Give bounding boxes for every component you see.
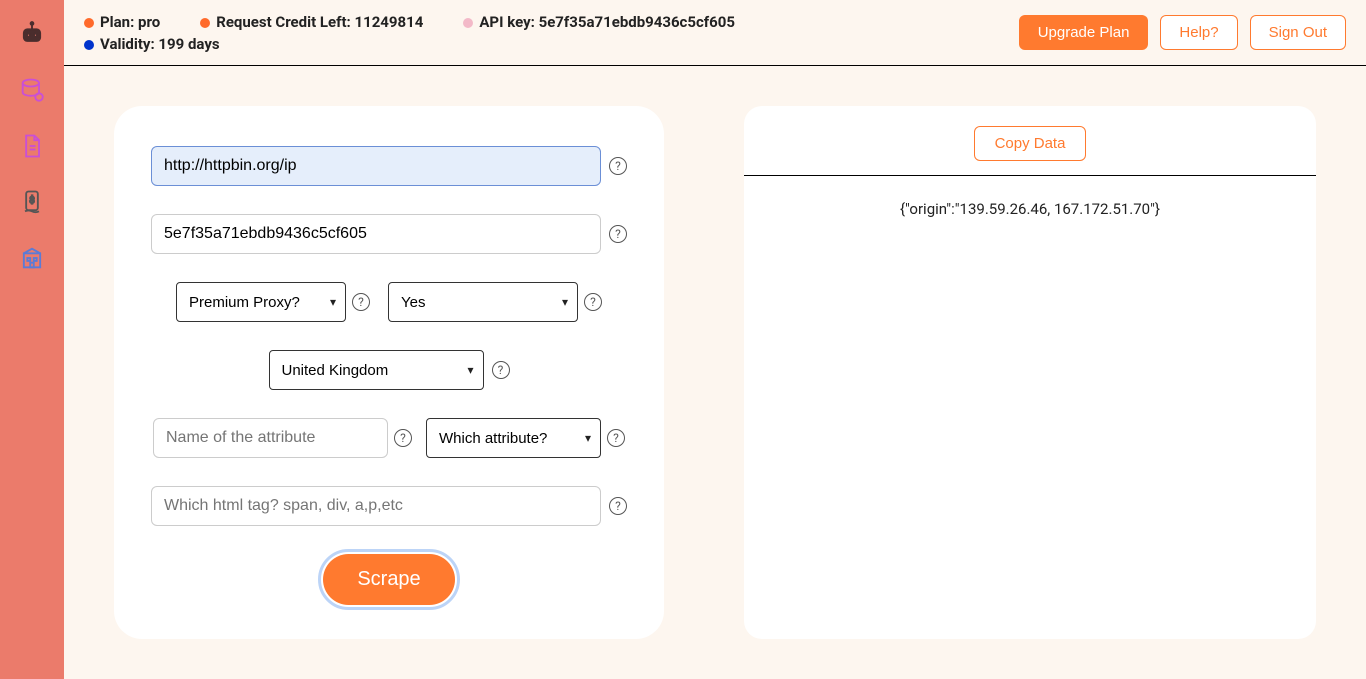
divider bbox=[744, 175, 1316, 176]
top-actions: Upgrade Plan Help? Sign Out bbox=[1019, 15, 1346, 50]
svg-text:$: $ bbox=[29, 195, 34, 206]
topbar: Plan: pro Request Credit Left: 11249814 … bbox=[64, 0, 1366, 66]
help-icon[interactable]: ? bbox=[352, 293, 370, 311]
sidebar: $ bbox=[0, 0, 64, 679]
status-group: Plan: pro Request Credit Left: 11249814 … bbox=[84, 13, 735, 53]
validity-status: Validity: 199 days bbox=[84, 35, 220, 53]
help-icon[interactable]: ? bbox=[609, 225, 627, 243]
url-input[interactable] bbox=[151, 146, 601, 186]
scrape-button[interactable]: Scrape bbox=[323, 554, 454, 605]
payment-icon[interactable]: $ bbox=[16, 186, 48, 218]
help-button[interactable]: Help? bbox=[1160, 15, 1237, 50]
building-icon[interactable] bbox=[16, 242, 48, 274]
help-icon[interactable]: ? bbox=[584, 293, 602, 311]
yes-no-select[interactable]: Yes bbox=[388, 282, 578, 322]
which-attribute-select[interactable]: Which attribute? bbox=[426, 418, 601, 458]
attribute-name-input[interactable] bbox=[153, 418, 388, 458]
plan-status: Plan: pro bbox=[84, 13, 160, 31]
main: ? ? Premium Proxy? ? Yes ? United Kingdo… bbox=[64, 66, 1366, 679]
sign-out-button[interactable]: Sign Out bbox=[1250, 15, 1346, 50]
country-select[interactable]: United Kingdom bbox=[269, 350, 484, 390]
help-icon[interactable]: ? bbox=[394, 429, 412, 447]
copy-data-button[interactable]: Copy Data bbox=[974, 126, 1087, 161]
apikey-input[interactable] bbox=[151, 214, 601, 254]
help-icon[interactable]: ? bbox=[492, 361, 510, 379]
database-icon[interactable] bbox=[16, 74, 48, 106]
document-icon[interactable] bbox=[16, 130, 48, 162]
result-card: Copy Data {"origin":"139.59.26.46, 167.1… bbox=[744, 106, 1316, 639]
scrape-form-card: ? ? Premium Proxy? ? Yes ? United Kingdo… bbox=[114, 106, 664, 639]
apikey-status: API key: 5e7f35a71ebdb9436c5cf605 bbox=[463, 13, 735, 31]
robot-icon[interactable] bbox=[16, 18, 48, 50]
help-icon[interactable]: ? bbox=[609, 497, 627, 515]
help-icon[interactable]: ? bbox=[607, 429, 625, 447]
upgrade-plan-button[interactable]: Upgrade Plan bbox=[1019, 15, 1149, 50]
help-icon[interactable]: ? bbox=[609, 157, 627, 175]
result-body: {"origin":"139.59.26.46, 167.172.51.70"} bbox=[900, 200, 1160, 218]
premium-proxy-select[interactable]: Premium Proxy? bbox=[176, 282, 346, 322]
html-tag-input[interactable] bbox=[151, 486, 601, 526]
credit-status: Request Credit Left: 11249814 bbox=[200, 13, 423, 31]
